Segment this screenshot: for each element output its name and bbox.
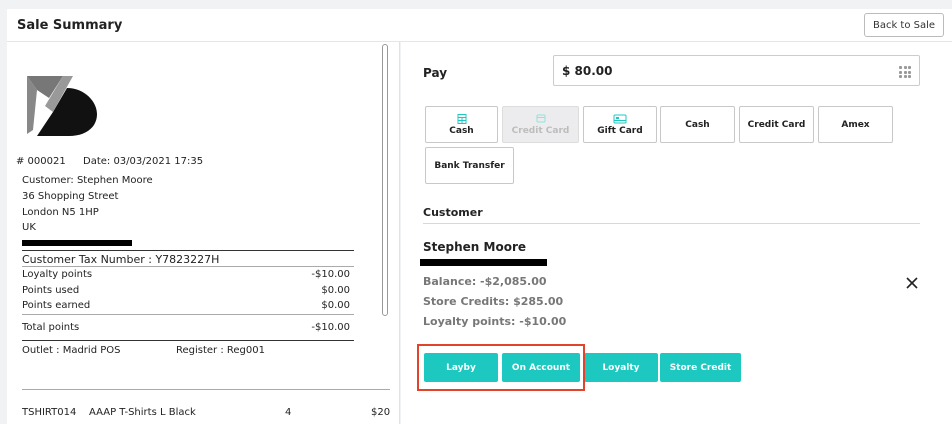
credit-card-button-disabled[interactable]: Credit Card — [502, 106, 579, 143]
bank-transfer-button[interactable]: Bank Transfer — [425, 147, 514, 184]
back-to-sale-button[interactable]: Back to Sale — [864, 13, 944, 37]
line-item-quantity: 4 — [285, 407, 292, 418]
customer-section-title: Customer — [423, 206, 483, 219]
receipt-address-2: London N5 1HP — [22, 207, 99, 218]
divider — [22, 250, 354, 251]
credit-card-alt-button[interactable]: Credit Card — [739, 106, 814, 143]
pay-label: Pay — [423, 66, 448, 80]
points-used-value: $0.00 — [321, 285, 350, 296]
cash-register-icon — [457, 113, 466, 124]
line-item-sku: TSHIRT014 — [22, 407, 77, 418]
receipt-scrollbar-thumb[interactable] — [382, 44, 388, 316]
top-bar: Sale Summary Back to Sale — [7, 9, 952, 42]
highlight-box — [417, 344, 585, 391]
receipt-country: UK — [22, 222, 36, 233]
cash-button-label: Cash — [449, 125, 474, 136]
redacted-email — [22, 240, 132, 246]
total-points-label: Total points — [22, 322, 80, 333]
pay-amount-field[interactable]: $ 80.00 — [553, 55, 920, 86]
credit-card-icon — [536, 114, 545, 122]
cash-alt-button[interactable]: Cash — [660, 106, 735, 143]
register: Register : Reg001 — [176, 345, 265, 356]
receipt-scrollbar[interactable] — [381, 42, 389, 424]
customer-loyalty-points: Loyalty points: -$10.00 — [423, 315, 567, 328]
loyalty-button[interactable]: Loyalty — [584, 353, 658, 382]
sale-number: # 000021 — [16, 156, 66, 167]
gift-card-button[interactable]: Gift Card — [583, 106, 657, 143]
points-earned-value: $0.00 — [321, 300, 350, 311]
customer-store-credits: Store Credits: $285.00 — [423, 295, 564, 308]
customer-balance: Balance: -$2,085.00 — [423, 275, 547, 288]
divider — [22, 266, 354, 267]
gift-card-icon — [613, 114, 627, 123]
divider — [22, 314, 354, 315]
divider — [22, 389, 390, 390]
store-credit-button[interactable]: Store Credit — [660, 353, 741, 382]
loyalty-points-value: -$10.00 — [311, 269, 350, 280]
cash-button[interactable]: Cash — [425, 106, 498, 143]
outlet: Outlet : Madrid POS — [22, 345, 121, 356]
bank-transfer-button-label: Bank Transfer — [434, 160, 505, 171]
divider — [22, 340, 354, 341]
gift-card-button-label: Gift Card — [597, 125, 643, 136]
loyalty-points-label: Loyalty points — [22, 269, 93, 280]
credit-card-alt-button-label: Credit Card — [747, 119, 806, 130]
total-points-value: -$10.00 — [311, 322, 350, 333]
customer-name: Stephen Moore — [423, 240, 526, 254]
keypad-icon[interactable] — [899, 66, 911, 78]
credit-card-button-label: Credit Card — [511, 125, 570, 136]
line-item-description: AAAP T-Shirts L Black — [89, 407, 196, 418]
receipt-address-1: 36 Shopping Street — [22, 191, 119, 202]
amex-button[interactable]: Amex — [818, 106, 893, 143]
points-earned-label: Points earned — [22, 300, 91, 311]
remove-customer-icon[interactable] — [904, 275, 920, 291]
store-logo — [27, 76, 97, 136]
points-used-label: Points used — [22, 285, 80, 296]
payment-panel: Pay $ 80.00 Cash Credit Card Gift Card C… — [401, 42, 952, 424]
sale-date: Date: 03/03/2021 17:35 — [83, 156, 204, 167]
divider — [423, 223, 920, 224]
redacted-email — [420, 259, 547, 266]
receipt-panel[interactable]: # 000021 Date: 03/03/2021 17:35 Customer… — [7, 42, 400, 424]
sale-summary-page: Sale Summary Back to Sale # 000021 Date:… — [0, 0, 952, 424]
customer-tax-number: Customer Tax Number : Y7823227H — [22, 253, 220, 266]
pay-amount-value: $ 80.00 — [562, 64, 613, 78]
receipt-customer: Customer: Stephen Moore — [22, 175, 153, 186]
cash-alt-button-label: Cash — [685, 119, 710, 130]
page-title: Sale Summary — [17, 18, 123, 33]
amex-button-label: Amex — [841, 119, 870, 130]
